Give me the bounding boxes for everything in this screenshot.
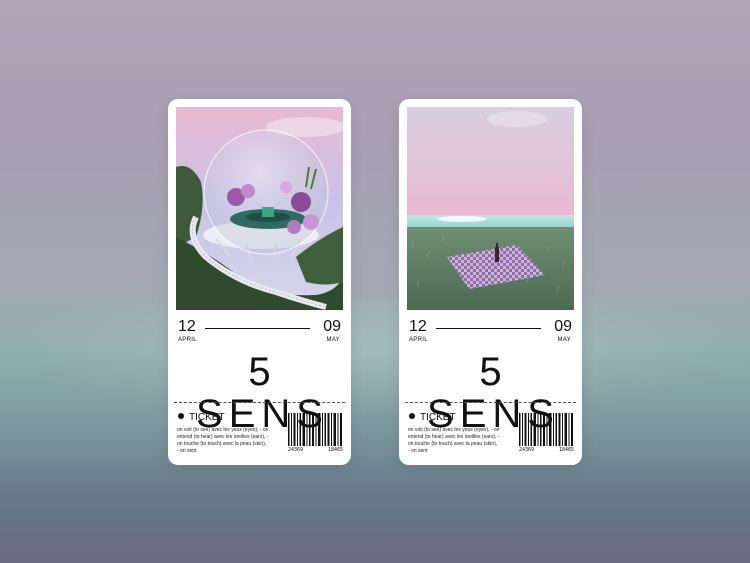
barcode-icon bbox=[288, 413, 343, 451]
barcode-numbers: 24369 18465 bbox=[519, 447, 574, 453]
end-month: MAY bbox=[557, 337, 571, 343]
start-day: 12 bbox=[409, 318, 427, 335]
end-day: 09 bbox=[554, 318, 572, 335]
barcode-numbers: 24369 18465 bbox=[288, 447, 343, 453]
date-range: 12 APRIL 09 MAY bbox=[176, 318, 343, 348]
barcode-left-number: 24369 bbox=[519, 447, 535, 453]
end-month: MAY bbox=[326, 337, 340, 343]
barcode-right-number: 18465 bbox=[558, 447, 574, 453]
background-glow bbox=[0, 300, 750, 420]
picnic-blanket-meadow-photo bbox=[407, 107, 574, 310]
ticket-card-2: 12 APRIL 09 MAY 5 SENS TICKET on voit (t… bbox=[399, 99, 582, 465]
glass-dome-garden-photo bbox=[176, 107, 343, 310]
bullet-icon bbox=[178, 413, 184, 419]
date-divider bbox=[436, 328, 541, 329]
ticket-heading: TICKET bbox=[409, 412, 456, 423]
start-day: 12 bbox=[178, 318, 196, 335]
end-day: 09 bbox=[323, 318, 341, 335]
ticket-heading: TICKET bbox=[178, 412, 225, 423]
date-divider bbox=[205, 328, 310, 329]
bullet-icon bbox=[409, 413, 415, 419]
barcode-left-number: 24369 bbox=[288, 447, 304, 453]
ticket-label: TICKET bbox=[420, 412, 456, 423]
ticket-card-1: 12 APRIL 09 MAY 5 SENS TICKET on voit (t… bbox=[168, 99, 351, 465]
barcode-right-number: 18465 bbox=[327, 447, 343, 453]
ticket-description: on voit (to see) avec les yeux (eyes), -… bbox=[177, 427, 269, 454]
perforation-line bbox=[174, 402, 345, 403]
barcode-icon bbox=[519, 413, 574, 451]
ticket-description: on voit (to see) avec les yeux (eyes), -… bbox=[408, 427, 500, 454]
perforation-line bbox=[405, 402, 576, 403]
date-range: 12 APRIL 09 MAY bbox=[407, 318, 574, 348]
start-month: APRIL bbox=[178, 337, 197, 343]
ticket-label: TICKET bbox=[189, 412, 225, 423]
start-month: APRIL bbox=[409, 337, 428, 343]
